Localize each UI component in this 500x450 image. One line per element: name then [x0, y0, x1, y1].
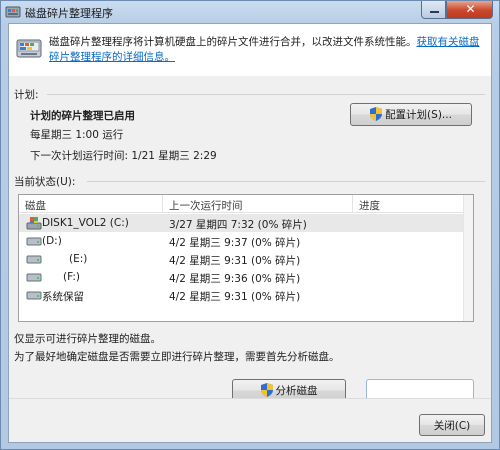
disk-row-c[interactable]: DISK1_VOL2 (C:) 3/27 星期四 7:32 (0% 碎片)	[19, 214, 463, 232]
disk-last-run: 4/2 星期三 9:31 (0% 碎片)	[169, 291, 301, 303]
disk-row-d[interactable]: (D:) 4/2 星期三 9:37 (0% 碎片)	[19, 232, 463, 250]
status-divider	[87, 181, 485, 182]
column-header-progress[interactable]: 进度	[359, 198, 380, 213]
system-drive-icon	[26, 217, 42, 230]
close-button[interactable]: 关闭(C)	[419, 414, 485, 436]
drive-icon	[26, 273, 42, 282]
current-status-label: 当前状态(U):	[14, 176, 76, 188]
disk-name: 系统保留	[42, 291, 84, 303]
column-separator	[352, 195, 353, 213]
dialog-footer: 关闭(C)	[9, 398, 491, 442]
disk-row-f[interactable]: (F:) 4/2 星期三 9:36 (0% 碎片)	[19, 268, 463, 286]
disk-row-e[interactable]: (E:) 4/2 星期三 9:31 (0% 碎片)	[19, 250, 463, 268]
minimize-icon	[430, 11, 439, 13]
disk-last-run: 4/2 星期三 9:31 (0% 碎片)	[169, 255, 301, 267]
analyze-disk-label: 分析磁盘	[275, 385, 318, 397]
minimize-button[interactable]	[421, 1, 446, 19]
close-window-button[interactable]: ✕	[446, 1, 493, 19]
app-window: 磁盘碎片整理程序 ✕ 磁盘碎片整理程序将计算机硬盘上的碎片文件进行合并，以改进文…	[0, 0, 500, 450]
title-bar[interactable]: 磁盘碎片整理程序 ✕	[1, 1, 499, 23]
disk-last-run: 4/2 星期三 9:37 (0% 碎片)	[169, 237, 301, 249]
schedule-divider	[47, 94, 485, 95]
configure-schedule-button[interactable]: 配置计划(S)...	[350, 103, 472, 126]
disk-list-header: 磁盘 上一次运行时间 进度	[19, 195, 473, 213]
drive-icon	[26, 291, 42, 300]
disk-last-run: 4/2 星期三 9:36 (0% 碎片)	[169, 273, 301, 285]
drive-icon	[26, 237, 42, 246]
defrag-app-icon	[5, 6, 21, 18]
column-header-disk[interactable]: 磁盘	[25, 198, 46, 213]
configure-schedule-label: 配置计划(S)...	[385, 109, 452, 121]
schedule-next-run: 下一次计划运行时间: 1/21 星期三 2:29	[30, 150, 217, 162]
intro-text-block: 磁盘碎片整理程序将计算机硬盘上的碎片文件进行合并，以改进文件系统性能。获取有关磁…	[49, 35, 487, 65]
list-scrollbar[interactable]	[463, 195, 473, 321]
disk-name: (D:)	[42, 235, 62, 247]
client-area: 磁盘碎片整理程序将计算机硬盘上的碎片文件进行合并，以改进文件系统性能。获取有关磁…	[8, 23, 492, 443]
disk-row-system-reserved[interactable]: 系统保留 4/2 星期三 9:31 (0% 碎片)	[19, 286, 463, 304]
disk-name: (F:)	[63, 271, 80, 283]
schedule-section-label: 计划:	[14, 89, 39, 101]
note-line-1: 仅显示可进行碎片整理的磁盘。	[14, 333, 161, 345]
note-line-2: 为了最好地确定磁盘是否需要立即进行碎片整理，需要首先分析磁盘。	[14, 351, 340, 363]
close-icon: ✕	[465, 2, 476, 16]
window-controls: ✕	[421, 1, 495, 19]
drive-icon	[26, 255, 42, 264]
column-separator	[162, 195, 163, 213]
disk-name: (E:)	[69, 253, 88, 265]
uac-shield-icon	[370, 107, 383, 121]
disk-last-run: 3/27 星期四 7:32 (0% 碎片)	[169, 219, 307, 231]
disk-name: DISK1_VOL2 (C:)	[42, 217, 129, 229]
window-title: 磁盘碎片整理程序	[25, 7, 113, 20]
schedule-frequency: 每星期三 1:00 运行	[30, 129, 124, 141]
column-header-last-run[interactable]: 上一次运行时间	[169, 198, 243, 213]
intro-text: 磁盘碎片整理程序将计算机硬盘上的碎片文件进行合并，以改进文件系统性能。	[49, 36, 417, 48]
disk-list[interactable]: 磁盘 上一次运行时间 进度 DISK1_VOL2 (C:) 3/27 星期四 7…	[18, 194, 474, 322]
defrag-large-icon	[16, 39, 42, 58]
uac-shield-icon	[260, 383, 273, 397]
schedule-status: 计划的碎片整理已启用	[30, 110, 135, 122]
intro-panel: 磁盘碎片整理程序将计算机硬盘上的碎片文件进行合并，以改进文件系统性能。获取有关磁…	[9, 24, 491, 76]
